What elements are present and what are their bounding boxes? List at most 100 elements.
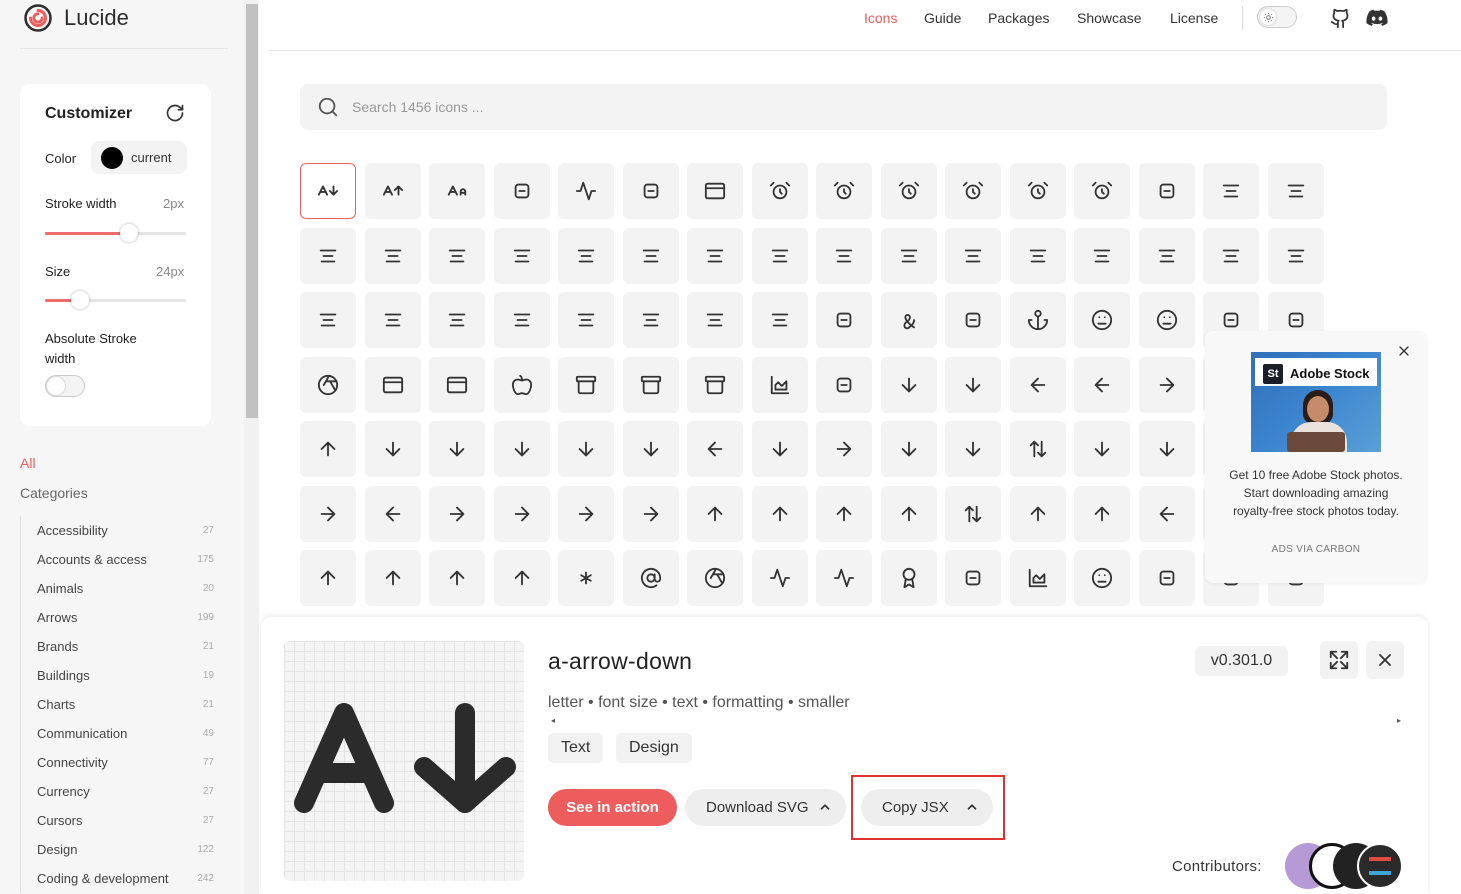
a-arrow-down-icon[interactable]: [300, 163, 356, 219]
sidebar-category-item[interactable]: Charts 21: [21, 690, 214, 719]
size-slider-thumb[interactable]: [71, 291, 89, 309]
category-name[interactable]: Communication: [37, 726, 127, 741]
accessibility-icon[interactable]: [493, 163, 550, 219]
arrow-down-up-icon[interactable]: [1009, 421, 1066, 477]
sidebar-category-item[interactable]: Design 122: [21, 835, 214, 864]
arrow-down-narrow-wide-icon[interactable]: [751, 421, 808, 477]
category-name[interactable]: Arrows: [37, 610, 77, 625]
tags-scroll-right-icon[interactable]: ▸: [1397, 716, 1401, 725]
arrow-big-down-icon[interactable]: [880, 356, 937, 413]
download-svg-label[interactable]: Download SVG: [685, 799, 809, 816]
reset-icon[interactable]: [165, 103, 185, 123]
nav-packages[interactable]: Packages: [988, 10, 1049, 26]
align-vertical-distribute-end-icon[interactable]: [364, 292, 421, 348]
absolute-stroke-toggle[interactable]: [45, 375, 85, 397]
arrow-up-1-0-icon[interactable]: [816, 485, 872, 542]
category-name[interactable]: Accessibility: [37, 523, 108, 538]
arrow-up-0-1-icon[interactable]: [751, 485, 808, 542]
arrow-up-down-icon[interactable]: [945, 485, 1001, 542]
app-window-icon[interactable]: [364, 356, 421, 413]
arrow-down-to-line-icon[interactable]: [945, 421, 1001, 477]
sidebar-category-item[interactable]: Accounts & access 175: [21, 545, 214, 574]
logo[interactable]: Lucide: [20, 3, 129, 33]
at-sign-icon[interactable]: [622, 550, 679, 606]
arrow-up-wide-narrow-icon[interactable]: [364, 550, 421, 606]
category-name[interactable]: Brands: [37, 639, 78, 654]
arrow-down-wide-narrow-icon[interactable]: [1074, 421, 1130, 477]
color-swatch[interactable]: [101, 146, 123, 169]
arrow-right-to-line-icon[interactable]: [622, 485, 679, 542]
align-horizontal-distribute-start-icon[interactable]: [622, 227, 679, 284]
ad-via[interactable]: ADS VIA CARBON: [1225, 544, 1407, 555]
atom-icon[interactable]: [687, 550, 743, 606]
sidebar-category-item[interactable]: Cursors 27: [21, 806, 214, 835]
activity-icon[interactable]: [558, 163, 614, 219]
align-left-icon[interactable]: [1074, 227, 1130, 284]
arrows-up-from-line-icon[interactable]: [493, 550, 550, 606]
align-horizontal-justify-center-icon[interactable]: [687, 227, 743, 284]
category-all-link[interactable]: All: [20, 455, 36, 471]
expand-button[interactable]: [1320, 641, 1358, 679]
search-input[interactable]: [352, 84, 1252, 130]
ampersand-icon[interactable]: [880, 292, 937, 348]
align-vertical-space-around-icon[interactable]: [687, 292, 743, 348]
alarm-clock-check-icon[interactable]: [816, 163, 872, 219]
align-start-horizontal-icon[interactable]: [1203, 227, 1259, 284]
align-right-icon[interactable]: [1138, 227, 1195, 284]
category-name[interactable]: Currency: [37, 784, 90, 799]
axe-icon[interactable]: [945, 550, 1001, 606]
sidebar-category-item[interactable]: Coding & development 242: [21, 864, 214, 893]
armchair-icon[interactable]: [816, 356, 872, 413]
download-svg-button[interactable]: Download SVG: [685, 789, 846, 826]
align-horizontal-distribute-center-icon[interactable]: [493, 227, 550, 284]
theme-toggle[interactable]: [1257, 6, 1297, 28]
discord-icon[interactable]: [1366, 9, 1388, 27]
sidebar-category-item[interactable]: Communication 49: [21, 719, 214, 748]
arrow-down-right-icon[interactable]: [816, 421, 872, 477]
category-name[interactable]: Coding & development: [37, 871, 169, 886]
sidebar-category-item[interactable]: Accessibility 27: [21, 516, 214, 545]
angry-icon[interactable]: [1074, 292, 1130, 348]
close-icon[interactable]: [1396, 343, 1412, 359]
alarm-clock-icon[interactable]: [751, 163, 808, 219]
archive-icon[interactable]: [558, 356, 614, 413]
nav-showcase[interactable]: Showcase: [1077, 10, 1142, 26]
arrow-big-left-dash-icon[interactable]: [1074, 356, 1130, 413]
category-name[interactable]: Cursors: [37, 813, 83, 828]
category-name[interactable]: Connectivity: [37, 755, 108, 770]
alarm-clock-off-icon[interactable]: [945, 163, 1001, 219]
air-vent-icon[interactable]: [622, 163, 679, 219]
backpack-icon[interactable]: [1138, 550, 1195, 606]
arrow-right-from-line-icon[interactable]: [493, 485, 550, 542]
align-vertical-space-between-icon[interactable]: [751, 292, 808, 348]
align-horizontal-justify-start-icon[interactable]: [816, 227, 872, 284]
arrow-big-up-dash-icon[interactable]: [300, 421, 356, 477]
award-icon[interactable]: [880, 550, 937, 606]
arrow-big-right-icon[interactable]: [1138, 356, 1195, 413]
align-vertical-justify-start-icon[interactable]: [622, 292, 679, 348]
baby-icon[interactable]: [1074, 550, 1130, 606]
arrow-down-to-dot-icon[interactable]: [880, 421, 937, 477]
ad-image[interactable]: St Adobe Stock: [1251, 352, 1381, 452]
ad-text[interactable]: Get 10 free Adobe Stock photos. Start do…: [1225, 466, 1407, 520]
category-chip-design[interactable]: Design: [616, 733, 692, 763]
align-horizontal-space-around-icon[interactable]: [880, 227, 937, 284]
align-vertical-distribute-start-icon[interactable]: [429, 292, 485, 348]
arrow-left-to-line-icon[interactable]: [364, 485, 421, 542]
sidebar-category-item[interactable]: Arrows 199: [21, 603, 214, 632]
category-name[interactable]: Animals: [37, 581, 83, 596]
arrow-up-icon[interactable]: [687, 485, 743, 542]
chevron-up-icon[interactable]: [812, 794, 838, 820]
align-start-vertical-icon[interactable]: [1267, 227, 1324, 284]
arrow-down-from-line-icon[interactable]: [622, 421, 679, 477]
arrow-up-from-line-icon[interactable]: [1074, 485, 1130, 542]
audio-lines-icon[interactable]: [751, 550, 808, 606]
app-window-mac-icon[interactable]: [429, 356, 485, 413]
close-detail-button[interactable]: [1366, 641, 1404, 679]
arrow-down-0-1-icon[interactable]: [429, 421, 485, 477]
arrow-up-left-icon[interactable]: [1138, 485, 1195, 542]
arrow-big-left-icon[interactable]: [1009, 356, 1066, 413]
sidebar-scrollbar-thumb[interactable]: [246, 4, 258, 418]
category-name[interactable]: Charts: [37, 697, 75, 712]
alarm-clock-plus-icon[interactable]: [1009, 163, 1066, 219]
